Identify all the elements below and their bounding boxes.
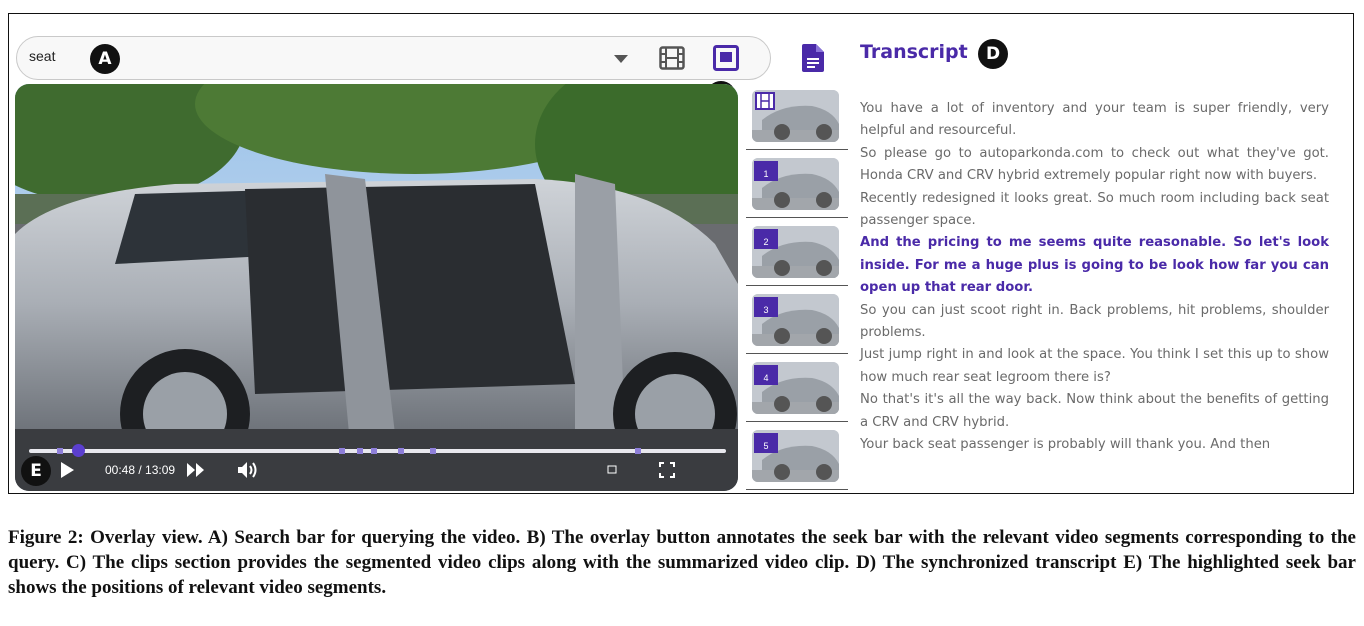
clip-number: 3 xyxy=(754,297,778,317)
film-icon xyxy=(755,92,775,110)
clip-number: 5 xyxy=(754,433,778,453)
fullscreen-icon[interactable] xyxy=(659,462,675,478)
transcript-line[interactable]: So please go to autoparkonda.com to chec… xyxy=(860,143,1329,188)
seek-handle[interactable] xyxy=(72,444,85,457)
transcript-line[interactable]: Just jump right in and look at the space… xyxy=(860,344,1329,389)
seek-highlight-segment[interactable] xyxy=(357,448,363,454)
clip-item[interactable]: 3 xyxy=(746,288,848,354)
search-bar[interactable]: seat xyxy=(16,36,771,80)
transcript-title: Transcript xyxy=(860,41,968,63)
seek-highlight-segment[interactable] xyxy=(635,448,641,454)
seek-highlight-segment[interactable] xyxy=(339,448,345,454)
overlay-icon[interactable] xyxy=(713,45,739,71)
chevron-down-icon[interactable] xyxy=(614,55,628,63)
clip-item[interactable]: 1 xyxy=(746,152,848,218)
clip-item[interactable]: 4 xyxy=(746,356,848,422)
clip-number: 4 xyxy=(754,365,778,385)
clip-number: 1 xyxy=(754,161,778,181)
clip-item[interactable]: 5 xyxy=(746,424,848,490)
marker-d: D xyxy=(978,39,1008,69)
seek-highlight-segment[interactable] xyxy=(398,448,404,454)
play-icon[interactable] xyxy=(59,461,75,479)
transcript-line[interactable]: So you can just scoot right in. Back pro… xyxy=(860,300,1329,345)
clips-panel: 1 2 3 4 5 xyxy=(746,84,848,490)
time-display: 00:48 / 13:09 xyxy=(105,463,176,477)
volume-icon[interactable] xyxy=(237,461,259,479)
figure-frame: seat A B C D xyxy=(8,13,1354,494)
transcript-line[interactable]: No that's it's all the way back. Now thi… xyxy=(860,389,1329,434)
search-input[interactable]: seat xyxy=(29,48,55,64)
skip-forward-icon[interactable] xyxy=(186,462,206,478)
marker-a: A xyxy=(90,44,120,74)
video-player[interactable]: 00:48 / 13:09 xyxy=(15,84,738,491)
clip-item[interactable] xyxy=(746,84,848,150)
transcript-line[interactable]: Your back seat passenger is probably wil… xyxy=(860,434,1329,456)
transcript-line[interactable]: You have a lot of inventory and your tea… xyxy=(860,98,1329,143)
seek-highlight-segment[interactable] xyxy=(57,448,63,454)
video-frame xyxy=(15,84,738,491)
seek-bar[interactable] xyxy=(29,444,726,457)
document-icon[interactable] xyxy=(802,44,824,72)
seek-highlight-segment[interactable] xyxy=(371,448,377,454)
transcript-body[interactable]: You have a lot of inventory and your tea… xyxy=(860,98,1329,457)
film-icon[interactable] xyxy=(659,46,685,70)
clip-item[interactable]: 2 xyxy=(746,220,848,286)
transcript-line[interactable]: Recently redesigned it looks great. So m… xyxy=(860,188,1329,233)
seek-highlight-segment[interactable] xyxy=(430,448,436,454)
picture-in-picture-icon[interactable] xyxy=(605,462,619,476)
clip-number: 2 xyxy=(754,229,778,249)
figure-caption: Figure 2: Overlay view. A) Search bar fo… xyxy=(8,527,1356,598)
transcript-line[interactable]: And the pricing to me seems quite reason… xyxy=(860,232,1329,299)
marker-e: E xyxy=(21,456,51,486)
